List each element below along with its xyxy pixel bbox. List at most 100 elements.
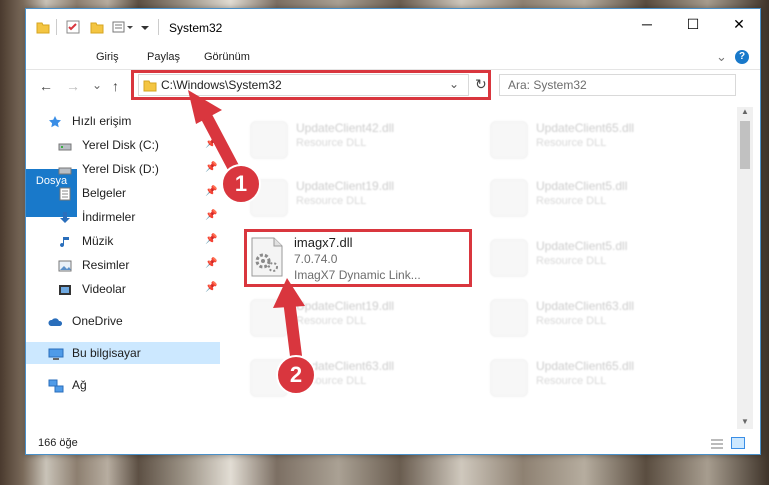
list-item[interactable]: UpdateClient42.dll Resource DLL <box>248 115 468 163</box>
pin-icon: 📌 <box>205 234 218 245</box>
new-folder-icon[interactable] <box>90 20 104 34</box>
properties-icon[interactable] <box>66 20 80 34</box>
help-button[interactable]: ? <box>735 50 749 64</box>
scrollbar-thumb[interactable] <box>740 121 750 169</box>
details-view-icon[interactable] <box>710 438 724 453</box>
forward-button[interactable]: → <box>66 78 80 94</box>
file-description: Resource DLL <box>296 137 367 149</box>
maximize-button[interactable]: ☐ <box>670 9 716 39</box>
navigation-pane: Hızlı erişim Yerel Disk (C:) 📌 Yerel Dis… <box>26 107 220 429</box>
file-description: Resource DLL <box>296 195 367 207</box>
sidebar-item-label: Hızlı erişim <box>72 114 132 128</box>
music-icon <box>58 234 72 248</box>
dll-file-icon <box>490 179 528 217</box>
folder-icon[interactable] <box>36 20 50 34</box>
up-button[interactable]: ↑ <box>112 78 119 94</box>
file-description: Resource DLL <box>536 137 607 149</box>
dll-file-icon <box>490 121 528 159</box>
pin-icon: 📌 <box>205 282 218 293</box>
list-item[interactable]: UpdateClient5.dll Resource DLL <box>488 233 708 281</box>
file-name: UpdateClient19.dll <box>296 299 395 313</box>
minimize-button[interactable]: ─ <box>624 9 670 39</box>
list-item[interactable]: UpdateClient5.dll Resource DLL <box>488 173 708 221</box>
sidebar-item-label: İndirmeler <box>82 210 136 224</box>
file-name: UpdateClient65.dll <box>536 121 635 135</box>
file-name: UpdateClient63.dll <box>536 299 635 313</box>
file-name: UpdateClient65.dll <box>536 359 635 373</box>
vertical-scrollbar[interactable]: ▲ ▼ <box>737 107 753 429</box>
dropdown-arrow-icon[interactable] <box>140 20 150 34</box>
videos-icon <box>58 282 72 296</box>
file-name: UpdateClient5.dll <box>536 239 628 253</box>
pin-icon: 📌 <box>205 258 218 269</box>
tab-paylas[interactable]: Paylaş <box>147 45 180 69</box>
download-icon <box>58 210 72 224</box>
sidebar-item-yerel-disk-d[interactable]: Yerel Disk (D:) <box>58 158 218 180</box>
file-name: UpdateClient19.dll <box>296 179 395 193</box>
item-count: 166 öğe <box>38 437 78 449</box>
recent-locations-button[interactable]: ⌄ <box>92 78 102 92</box>
pin-icon: 📌 <box>205 162 218 173</box>
file-description: Resource DLL <box>536 375 607 387</box>
network-icon <box>48 378 64 393</box>
sidebar-item-label: Videolar <box>82 282 126 296</box>
cloud-icon <box>48 314 63 328</box>
list-item[interactable]: UpdateClient19.dll Resource DLL <box>248 173 468 221</box>
list-item[interactable]: UpdateClient65.dll Resource DLL <box>488 115 708 163</box>
dll-file-icon <box>250 121 288 159</box>
window-title: System32 <box>169 21 223 35</box>
file-description: Resource DLL <box>536 255 607 267</box>
pin-icon: 📌 <box>205 210 218 221</box>
file-highlight-box <box>244 229 472 287</box>
computer-icon <box>48 346 64 360</box>
star-icon <box>48 114 62 128</box>
drive-icon <box>58 138 72 152</box>
customize-quick-access-icon[interactable] <box>112 20 136 34</box>
ribbon-tabs: Dosya Giriş Paylaş Görünüm ⌄ ? <box>26 45 760 217</box>
ribbon-expand-button[interactable]: ⌄ <box>716 45 727 69</box>
sidebar-item-label: Müzik <box>82 234 114 248</box>
tab-giris[interactable]: Giriş <box>96 45 119 69</box>
search-placeholder: Ara: System32 <box>508 78 587 92</box>
list-item[interactable]: UpdateClient19.dll Resource DLL <box>248 293 468 341</box>
file-description: Resource DLL <box>536 315 607 327</box>
sidebar-item-onedrive[interactable]: OneDrive <box>48 310 218 332</box>
file-description: Resource DLL <box>536 195 607 207</box>
sidebar-item-videolar[interactable]: Videolar <box>58 278 218 300</box>
sidebar-item-quick-access[interactable]: Hızlı erişim <box>48 110 218 132</box>
sidebar-item-label: Bu bilgisayar <box>72 346 141 360</box>
scroll-up-icon[interactable]: ▲ <box>741 107 749 116</box>
sidebar-item-label: Yerel Disk (D:) <box>82 162 159 176</box>
scroll-down-icon[interactable]: ▼ <box>741 417 749 426</box>
search-input[interactable]: Ara: System32 <box>499 74 736 96</box>
sidebar-item-belgeler[interactable]: Belgeler <box>58 182 218 204</box>
close-button[interactable]: ✕ <box>716 9 762 39</box>
documents-icon <box>58 186 72 201</box>
step-marker-1: 1 <box>221 164 261 204</box>
sidebar-item-label: Resimler <box>82 258 130 272</box>
sidebar-item-label: Belgeler <box>82 186 127 200</box>
file-description: Resource DLL <box>296 315 367 327</box>
sidebar-item-yerel-disk-c[interactable]: Yerel Disk (C:) <box>58 134 218 156</box>
sidebar-item-resimler[interactable]: Resimler <box>58 254 218 276</box>
address-highlight-box <box>131 70 491 100</box>
tab-gorunum[interactable]: Görünüm <box>204 45 250 69</box>
sidebar-item-label: OneDrive <box>72 314 123 328</box>
dll-file-icon <box>490 359 528 397</box>
file-name: UpdateClient42.dll <box>296 121 395 135</box>
dll-file-icon <box>490 239 528 277</box>
sidebar-item-muzik[interactable]: Müzik <box>58 230 218 252</box>
back-button[interactable]: ← <box>39 78 53 94</box>
tiles-view-icon[interactable] <box>731 437 745 449</box>
drive-icon <box>58 162 72 176</box>
pin-icon: 📌 <box>205 138 218 149</box>
title-bar: System32 ─ ☐ ✕ <box>26 9 760 45</box>
step-marker-2: 2 <box>276 355 316 395</box>
sidebar-item-label: Ağ <box>72 378 87 392</box>
list-item[interactable]: UpdateClient63.dll Resource DLL <box>488 293 708 341</box>
sidebar-item-bu-bilgisayar[interactable]: Bu bilgisayar <box>26 342 220 364</box>
dll-file-icon <box>490 299 528 337</box>
sidebar-item-indirmeler[interactable]: İndirmeler <box>58 206 218 228</box>
list-item[interactable]: UpdateClient65.dll Resource DLL <box>488 353 708 401</box>
sidebar-item-ag[interactable]: Ağ <box>48 374 218 396</box>
